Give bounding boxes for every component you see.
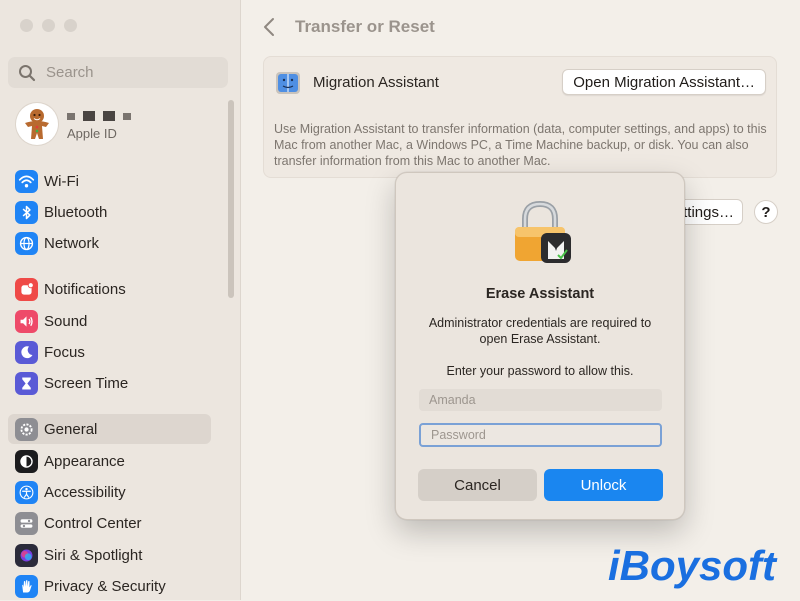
control-center-icon <box>15 511 38 535</box>
sidebar-item-general[interactable]: General <box>8 414 211 444</box>
moon-icon <box>15 340 38 364</box>
iboysoft-watermark-logo: iBoysoft <box>608 542 778 589</box>
dialog-title: Erase Assistant <box>485 286 595 302</box>
sidebar-item-label: Bluetooth <box>44 203 108 221</box>
sidebar-item-label: Accessibility <box>44 483 126 501</box>
gingerbread-avatar-icon <box>25 109 49 139</box>
search-icon <box>19 64 36 81</box>
gear-icon <box>15 417 38 441</box>
wifi-icon <box>15 169 38 193</box>
sidebar-item-notifications[interactable]: Notifications <box>8 274 211 304</box>
search-box[interactable] <box>8 57 228 88</box>
cancel-button[interactable]: Cancel <box>418 469 537 501</box>
sidebar-item-screen-time[interactable]: Screen Time <box>8 368 211 398</box>
migration-assistant-card: Migration Assistant Open Migration Assis… <box>263 56 777 178</box>
sidebar-item-bluetooth[interactable]: Bluetooth <box>8 197 211 227</box>
password-field[interactable] <box>419 423 662 447</box>
globe-icon <box>15 231 38 255</box>
sidebar-item-network[interactable]: Network <box>8 228 211 258</box>
sidebar-item-label: Control Center <box>44 514 142 532</box>
apple-id-label: Apple ID <box>67 126 117 141</box>
sidebar-item-label: Privacy & Security <box>44 577 166 595</box>
migration-assistant-icon <box>276 72 300 94</box>
redacted-name <box>67 111 131 121</box>
sidebar-item-label: Wi-Fi <box>44 172 79 190</box>
username-field[interactable] <box>419 389 662 411</box>
dialog-message: Administrator credentials are required t… <box>428 316 652 346</box>
sidebar-item-sound[interactable]: Sound <box>8 306 211 336</box>
migration-assistant-description: Use Migration Assistant to transfer info… <box>274 122 767 168</box>
sidebar-item-label: Screen Time <box>44 374 129 392</box>
zoom-window-button[interactable] <box>64 19 77 32</box>
bell-icon <box>15 277 38 301</box>
accessibility-icon <box>15 480 38 504</box>
apple-id-account[interactable]: Apple ID <box>16 103 216 147</box>
sidebar-item-accessibility[interactable]: Accessibility <box>8 477 211 507</box>
avatar <box>16 103 58 145</box>
back-chevron-icon[interactable] <box>261 16 279 38</box>
sidebar-item-label: Siri & Spotlight <box>44 546 143 564</box>
dialog-prompt: Enter your password to allow this. <box>446 364 634 378</box>
sidebar-item-privacy-security[interactable]: Privacy & Security <box>8 571 211 601</box>
svg-text:iBoysoft: iBoysoft <box>608 542 778 589</box>
hand-icon <box>15 574 38 598</box>
sidebar-item-label: Appearance <box>44 452 125 470</box>
bluetooth-icon <box>15 200 38 224</box>
search-input[interactable] <box>44 63 218 82</box>
sidebar-item-siri-spotlight[interactable]: Siri & Spotlight <box>8 540 211 570</box>
sidebar-item-label: Focus <box>44 343 85 361</box>
window-controls <box>20 19 77 32</box>
hourglass-icon <box>15 371 38 395</box>
sidebar-scrollbar[interactable] <box>228 100 234 298</box>
unlock-button[interactable]: Unlock <box>544 469 663 501</box>
help-button[interactable]: ? <box>754 200 778 224</box>
siri-icon <box>15 543 38 567</box>
appearance-icon <box>15 449 38 473</box>
sidebar-item-label: General <box>44 420 98 438</box>
open-migration-assistant-button[interactable]: Open Migration Assistant… <box>562 69 766 95</box>
speaker-icon <box>15 309 38 333</box>
migration-assistant-label: Migration Assistant <box>313 74 439 91</box>
sidebar-item-appearance[interactable]: Appearance <box>8 446 211 476</box>
sidebar-item-wifi[interactable]: Wi-Fi <box>8 166 211 196</box>
close-window-button[interactable] <box>20 19 33 32</box>
authentication-dialog: Erase Assistant Administrator credential… <box>395 172 685 520</box>
minimize-window-button[interactable] <box>42 19 55 32</box>
sidebar-item-label: Network <box>44 234 100 252</box>
sidebar-item-label: Notifications <box>44 280 126 298</box>
page-title: Transfer or Reset <box>295 17 435 36</box>
lock-icon <box>515 200 571 263</box>
sidebar-item-focus[interactable]: Focus <box>8 337 211 367</box>
sidebar: Apple ID Wi-Fi Bluetooth Network Notific… <box>0 0 241 600</box>
sidebar-item-label: Sound <box>44 312 88 330</box>
sidebar-item-control-center[interactable]: Control Center <box>8 508 211 538</box>
